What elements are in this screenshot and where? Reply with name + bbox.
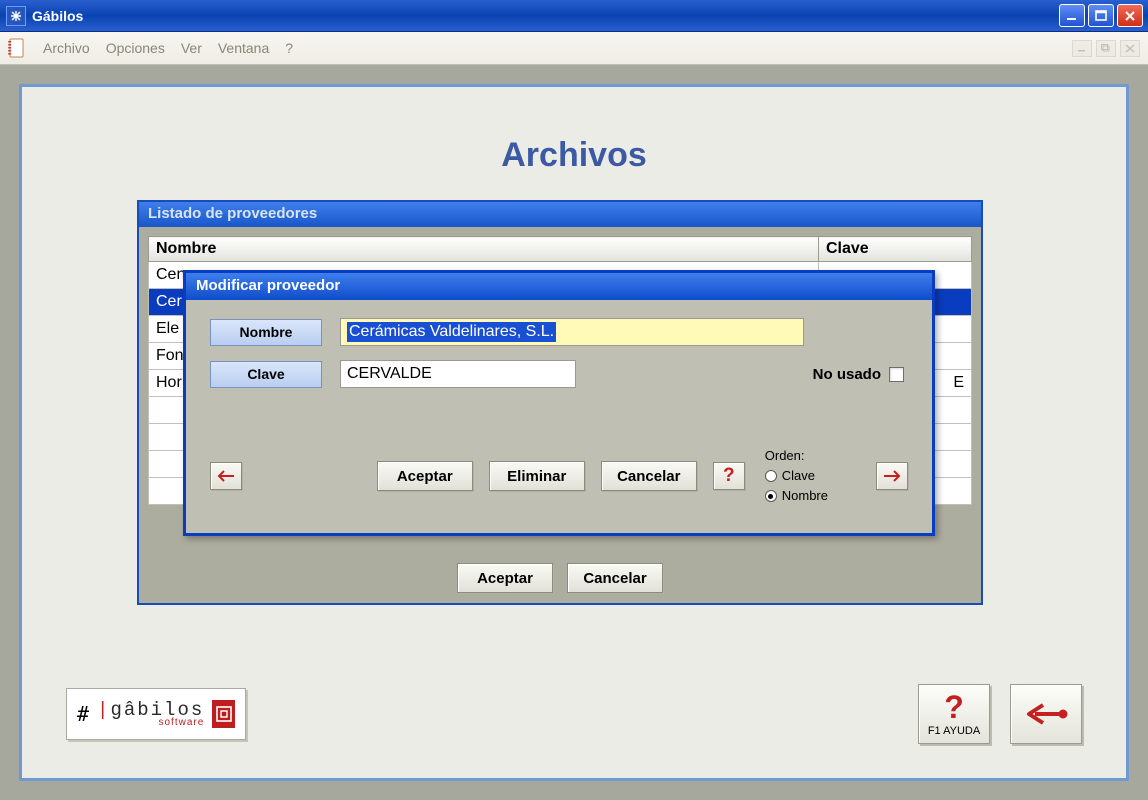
- edit-provider-dialog: Modificar proveedor Nombre Cerámicas Val…: [183, 270, 935, 536]
- mdi-restore-icon[interactable]: [1096, 40, 1116, 57]
- app-icon: [6, 6, 26, 26]
- help-label: F1 AYUDA: [928, 725, 980, 737]
- minimize-button[interactable]: [1059, 4, 1085, 27]
- radio-icon: [765, 470, 777, 482]
- menubar: Archivo Opciones Ver Ventana ?: [0, 32, 1148, 65]
- list-cancel-button[interactable]: Cancelar: [567, 563, 663, 593]
- order-group: Orden: Clave Nombre: [765, 446, 828, 506]
- titlebar: Gábilos: [0, 0, 1148, 32]
- page-title: Archivos: [501, 136, 647, 175]
- menu-ventana[interactable]: Ventana: [211, 37, 276, 59]
- label-nombre: Nombre: [210, 319, 322, 346]
- arrow-left-big-icon: [1023, 702, 1069, 726]
- mdi-area: Archivos Listado de proveedores Nombre C…: [0, 65, 1148, 800]
- logo-badge-icon: [212, 700, 235, 728]
- radio-icon: [765, 490, 777, 502]
- prev-button[interactable]: [210, 462, 242, 490]
- back-big-button[interactable]: [1010, 684, 1082, 744]
- next-button[interactable]: [876, 462, 908, 490]
- close-button[interactable]: [1117, 4, 1143, 27]
- dialog-title[interactable]: Modificar proveedor: [186, 273, 932, 300]
- col-nombre[interactable]: Nombre: [149, 237, 819, 262]
- menu-archivo[interactable]: Archivo: [36, 37, 97, 59]
- dialog-help-button[interactable]: ?: [713, 462, 745, 490]
- question-icon: ?: [944, 691, 964, 723]
- mdi-controls: [1072, 40, 1142, 57]
- order-title: Orden:: [765, 446, 828, 466]
- help-f1-button[interactable]: ? F1 AYUDA: [918, 684, 990, 744]
- window-title: Gábilos: [32, 8, 83, 24]
- arrow-right-icon: [883, 470, 901, 482]
- dialog-cancel-button[interactable]: Cancelar: [601, 461, 697, 491]
- inner-frame: Archivos Listado de proveedores Nombre C…: [19, 84, 1129, 781]
- menu-ver[interactable]: Ver: [174, 37, 209, 59]
- col-clave[interactable]: Clave: [819, 237, 972, 262]
- notebook-icon: [6, 37, 26, 59]
- nombre-input[interactable]: Cerámicas Valdelinares, S.L.: [340, 318, 804, 346]
- gabilos-logo[interactable]: # |gâbilos software: [66, 688, 246, 740]
- mdi-close-icon[interactable]: [1120, 40, 1140, 57]
- logo-subtext: software: [97, 718, 204, 728]
- dialog-accept-button[interactable]: Aceptar: [377, 461, 473, 491]
- no-usado-checkbox[interactable]: [889, 367, 904, 382]
- label-no-usado: No usado: [813, 366, 881, 383]
- nombre-value: Cerámicas Valdelinares, S.L.: [347, 322, 556, 342]
- mdi-minimize-icon[interactable]: [1072, 40, 1092, 57]
- clave-input[interactable]: [340, 360, 576, 388]
- menu-opciones[interactable]: Opciones: [99, 37, 172, 59]
- menu-help[interactable]: ?: [278, 37, 300, 59]
- maximize-button[interactable]: [1088, 4, 1114, 27]
- label-clave: Clave: [210, 361, 322, 388]
- order-nombre-radio[interactable]: Nombre: [765, 486, 828, 506]
- list-accept-button[interactable]: Aceptar: [457, 563, 553, 593]
- order-clave-radio[interactable]: Clave: [765, 466, 828, 486]
- arrow-left-icon: [217, 470, 235, 482]
- main-window: Gábilos Archivo Opciones Ver Ventana ?: [0, 0, 1148, 800]
- list-window-title[interactable]: Listado de proveedores: [139, 202, 981, 227]
- dialog-delete-button[interactable]: Eliminar: [489, 461, 585, 491]
